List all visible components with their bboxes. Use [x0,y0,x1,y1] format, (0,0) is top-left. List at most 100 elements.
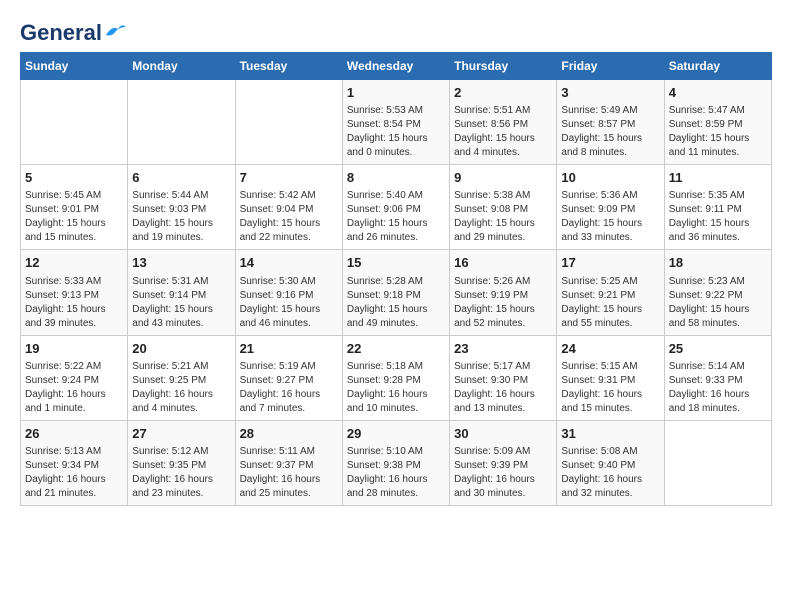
day-info: Sunrise: 5:49 AM Sunset: 8:57 PM Dayligh… [561,104,659,160]
day-number: 28 [240,425,338,443]
day-number: 23 [454,340,552,358]
calendar-table: SundayMondayTuesdayWednesdayThursdayFrid… [20,52,772,506]
calendar-cell: 21 Sunrise: 5:19 AM Sunset: 9:27 PM Dayli… [235,335,342,420]
calendar-header: SundayMondayTuesdayWednesdayThursdayFrid… [21,53,772,80]
day-number: 2 [454,84,552,102]
day-number: 10 [561,169,659,187]
calendar-cell: 16 Sunrise: 5:26 AM Sunset: 9:19 PM Dayli… [450,250,557,335]
day-number: 31 [561,425,659,443]
day-number: 27 [132,425,230,443]
logo: General [20,20,126,42]
day-info: Sunrise: 5:19 AM Sunset: 9:27 PM Dayligh… [240,360,338,416]
calendar-cell: 8 Sunrise: 5:40 AM Sunset: 9:06 PM Daylig… [342,165,449,250]
calendar-cell: 10 Sunrise: 5:36 AM Sunset: 9:09 PM Dayli… [557,165,664,250]
day-number: 24 [561,340,659,358]
day-number: 14 [240,254,338,272]
day-number: 1 [347,84,445,102]
weekday-header-sunday: Sunday [21,53,128,80]
calendar-cell: 30 Sunrise: 5:09 AM Sunset: 9:39 PM Dayli… [450,420,557,505]
day-number: 9 [454,169,552,187]
day-number: 22 [347,340,445,358]
calendar-cell: 9Sunrise: 5:38 AM Sunset: 9:08 PM Daylig… [450,165,557,250]
day-info: Sunrise: 5:25 AM Sunset: 9:21 PM Dayligh… [561,275,659,331]
calendar-cell [664,420,771,505]
day-info: Sunrise: 5:09 AM Sunset: 9:39 PM Dayligh… [454,445,552,501]
day-number: 8 [347,169,445,187]
calendar-week-row: 12 Sunrise: 5:33 AM Sunset: 9:13 PM Dayli… [21,250,772,335]
calendar-cell: 1 Sunrise: 5:53 AM Sunset: 8:54 PM Daylig… [342,80,449,165]
calendar-body: 1 Sunrise: 5:53 AM Sunset: 8:54 PM Daylig… [21,80,772,506]
day-number: 5 [25,169,123,187]
day-info: Sunrise: 5:35 AM Sunset: 9:11 PM Dayligh… [669,189,767,245]
day-number: 21 [240,340,338,358]
weekday-header-wednesday: Wednesday [342,53,449,80]
day-info: Sunrise: 5:15 AM Sunset: 9:31 PM Dayligh… [561,360,659,416]
day-info: Sunrise: 5:36 AM Sunset: 9:09 PM Dayligh… [561,189,659,245]
day-number: 13 [132,254,230,272]
calendar-week-row: 19 Sunrise: 5:22 AM Sunset: 9:24 PM Dayli… [21,335,772,420]
day-info: Sunrise: 5:22 AM Sunset: 9:24 PM Dayligh… [25,360,123,416]
calendar-cell: 23Sunrise: 5:17 AM Sunset: 9:30 PM Dayli… [450,335,557,420]
calendar-cell: 12 Sunrise: 5:33 AM Sunset: 9:13 PM Dayli… [21,250,128,335]
calendar-week-row: 26Sunrise: 5:13 AM Sunset: 9:34 PM Dayli… [21,420,772,505]
day-number: 3 [561,84,659,102]
day-info: Sunrise: 5:33 AM Sunset: 9:13 PM Dayligh… [25,275,123,331]
calendar-cell: 2Sunrise: 5:51 AM Sunset: 8:56 PM Daylig… [450,80,557,165]
day-info: Sunrise: 5:10 AM Sunset: 9:38 PM Dayligh… [347,445,445,501]
logo-bird-icon [104,23,126,39]
calendar-cell: 17Sunrise: 5:25 AM Sunset: 9:21 PM Dayli… [557,250,664,335]
calendar-cell [128,80,235,165]
day-info: Sunrise: 5:26 AM Sunset: 9:19 PM Dayligh… [454,275,552,331]
weekday-header-saturday: Saturday [664,53,771,80]
calendar-cell: 27 Sunrise: 5:12 AM Sunset: 9:35 PM Dayli… [128,420,235,505]
weekday-header-thursday: Thursday [450,53,557,80]
day-info: Sunrise: 5:14 AM Sunset: 9:33 PM Dayligh… [669,360,767,416]
day-info: Sunrise: 5:45 AM Sunset: 9:01 PM Dayligh… [25,189,123,245]
day-number: 29 [347,425,445,443]
weekday-header-row: SundayMondayTuesdayWednesdayThursdayFrid… [21,53,772,80]
day-info: Sunrise: 5:40 AM Sunset: 9:06 PM Dayligh… [347,189,445,245]
day-number: 15 [347,254,445,272]
day-info: Sunrise: 5:42 AM Sunset: 9:04 PM Dayligh… [240,189,338,245]
calendar-cell [235,80,342,165]
calendar-cell: 31Sunrise: 5:08 AM Sunset: 9:40 PM Dayli… [557,420,664,505]
day-number: 30 [454,425,552,443]
calendar-cell: 24 Sunrise: 5:15 AM Sunset: 9:31 PM Dayli… [557,335,664,420]
day-number: 25 [669,340,767,358]
calendar-cell: 4Sunrise: 5:47 AM Sunset: 8:59 PM Daylig… [664,80,771,165]
weekday-header-monday: Monday [128,53,235,80]
day-number: 20 [132,340,230,358]
calendar-cell: 18Sunrise: 5:23 AM Sunset: 9:22 PM Dayli… [664,250,771,335]
calendar-cell: 5 Sunrise: 5:45 AM Sunset: 9:01 PM Daylig… [21,165,128,250]
day-info: Sunrise: 5:28 AM Sunset: 9:18 PM Dayligh… [347,275,445,331]
weekday-header-friday: Friday [557,53,664,80]
calendar-cell: 22 Sunrise: 5:18 AM Sunset: 9:28 PM Dayli… [342,335,449,420]
calendar-cell: 28 Sunrise: 5:11 AM Sunset: 9:37 PM Dayli… [235,420,342,505]
day-info: Sunrise: 5:53 AM Sunset: 8:54 PM Dayligh… [347,104,445,160]
calendar-cell: 14Sunrise: 5:30 AM Sunset: 9:16 PM Dayli… [235,250,342,335]
weekday-header-tuesday: Tuesday [235,53,342,80]
calendar-cell: 25 Sunrise: 5:14 AM Sunset: 9:33 PM Dayli… [664,335,771,420]
page-header: General [20,20,772,42]
day-info: Sunrise: 5:11 AM Sunset: 9:37 PM Dayligh… [240,445,338,501]
day-number: 4 [669,84,767,102]
calendar-cell: 20 Sunrise: 5:21 AM Sunset: 9:25 PM Dayli… [128,335,235,420]
day-info: Sunrise: 5:12 AM Sunset: 9:35 PM Dayligh… [132,445,230,501]
day-number: 7 [240,169,338,187]
day-number: 12 [25,254,123,272]
calendar-week-row: 1 Sunrise: 5:53 AM Sunset: 8:54 PM Daylig… [21,80,772,165]
calendar-cell: 15 Sunrise: 5:28 AM Sunset: 9:18 PM Dayli… [342,250,449,335]
day-info: Sunrise: 5:21 AM Sunset: 9:25 PM Dayligh… [132,360,230,416]
calendar-cell: 26Sunrise: 5:13 AM Sunset: 9:34 PM Dayli… [21,420,128,505]
day-number: 19 [25,340,123,358]
calendar-cell [21,80,128,165]
calendar-week-row: 5 Sunrise: 5:45 AM Sunset: 9:01 PM Daylig… [21,165,772,250]
day-info: Sunrise: 5:18 AM Sunset: 9:28 PM Dayligh… [347,360,445,416]
day-number: 16 [454,254,552,272]
day-info: Sunrise: 5:31 AM Sunset: 9:14 PM Dayligh… [132,275,230,331]
day-info: Sunrise: 5:23 AM Sunset: 9:22 PM Dayligh… [669,275,767,331]
day-info: Sunrise: 5:13 AM Sunset: 9:34 PM Dayligh… [25,445,123,501]
day-number: 6 [132,169,230,187]
calendar-cell: 7 Sunrise: 5:42 AM Sunset: 9:04 PM Daylig… [235,165,342,250]
calendar-cell: 19 Sunrise: 5:22 AM Sunset: 9:24 PM Dayli… [21,335,128,420]
